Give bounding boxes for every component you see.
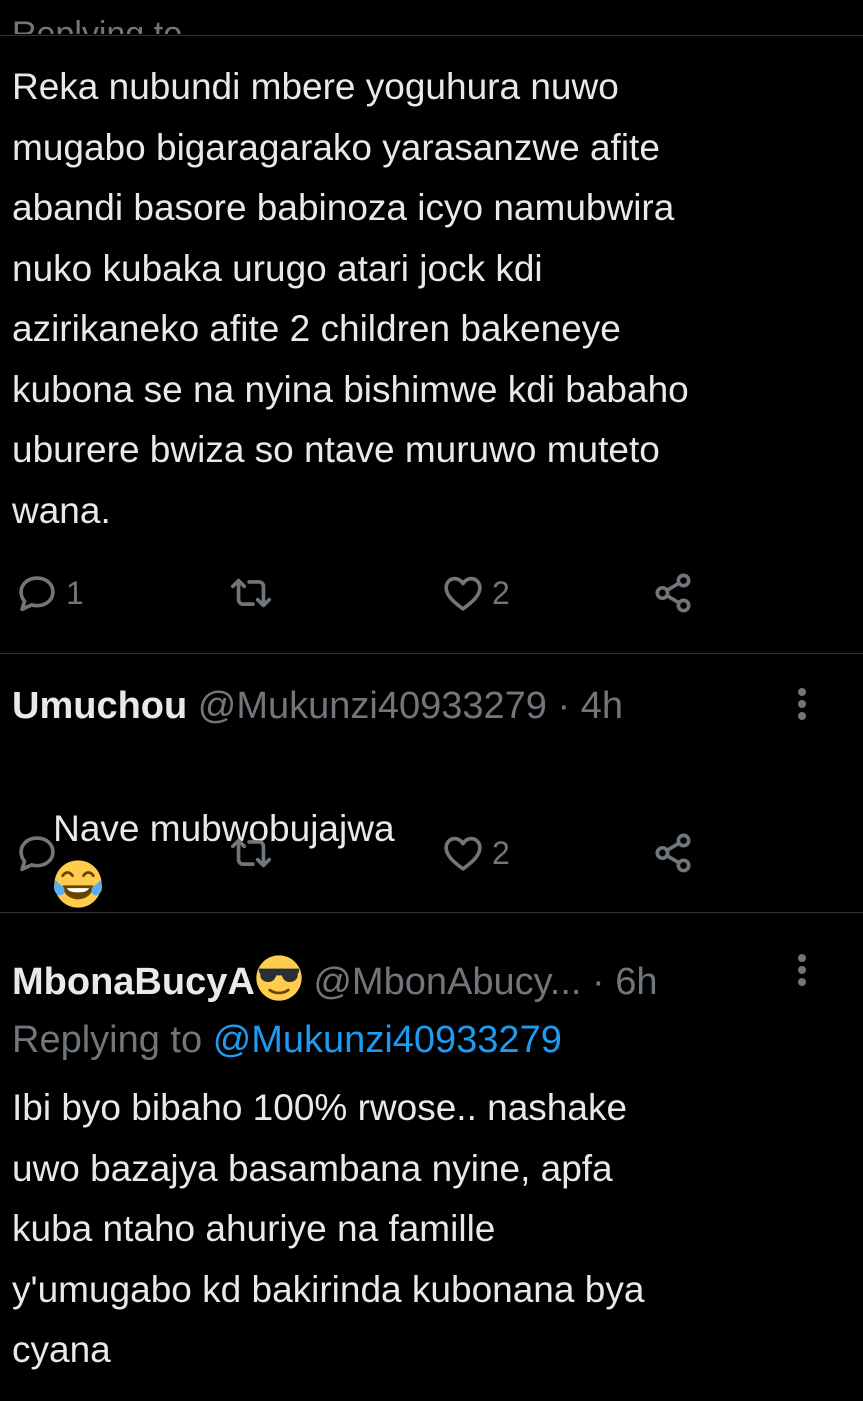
tweet-3-line-1: Ibi byo bibaho 100% rwose.. nashake xyxy=(12,1087,628,1128)
reply-icon xyxy=(19,836,55,872)
tweet-3-line-4: y'umugabo kd bakirinda kubonana bya xyxy=(12,1268,645,1310)
tweet-1-line-3: abandi basore babinoza icyo namubwira xyxy=(12,187,675,228)
replying-to-label: Replying to xyxy=(12,1019,203,1061)
more-options-icon[interactable] xyxy=(792,950,812,994)
display-name[interactable]: MbonaBucyA xyxy=(12,961,255,1003)
share-icon xyxy=(655,833,691,873)
like-button[interactable]: 2 xyxy=(440,828,510,878)
display-name[interactable]: Umuchou xyxy=(12,685,187,727)
tweet-3-line-2: uwo bazajya basambana nyine, apfa xyxy=(12,1147,613,1189)
tweet-1-line-6: kubona se na nyina bishimwe kdi babaho xyxy=(12,368,689,410)
tweet-2-actions: 2 xyxy=(0,828,863,878)
tweet-3-text: Ibi byo bibaho 100% rwose.. nashake uwo b… xyxy=(12,1078,852,1381)
heart-icon xyxy=(444,576,482,611)
replying-to-handle-link[interactable]: @Mukunzi40933279 xyxy=(213,1019,562,1061)
tweet-1-line-1: Reka nubundi mbere yoguhura nuwo xyxy=(12,66,619,107)
tweet-1-text: Reka nubundi mbere yoguhura nuwo mugabo b… xyxy=(12,57,852,541)
handle[interactable]: @Mukunzi40933279 xyxy=(198,685,547,727)
share-button[interactable] xyxy=(650,828,696,878)
tweet-1-line-7: uburere bwiza so ntave muruwo muteto xyxy=(12,429,660,470)
reply-button[interactable] xyxy=(14,828,66,878)
retweet-icon xyxy=(230,578,272,608)
tweet-1-line-5: azirikaneko afite 2 children bakeneye xyxy=(12,308,621,349)
top-divider xyxy=(0,35,863,36)
tweet-2-header: Umuchou @Mukunzi40933279 · 4h xyxy=(12,684,623,728)
timestamp[interactable]: · 4h xyxy=(558,685,623,727)
replying-to: Replying to @Mukunzi40933279 xyxy=(12,1018,562,1062)
timestamp[interactable]: · 6h xyxy=(592,961,657,1003)
like-count: 2 xyxy=(492,834,510,871)
tweet-1-actions: 1 2 xyxy=(0,568,863,618)
retweet-button[interactable] xyxy=(228,828,280,878)
reply-button[interactable]: 1 xyxy=(14,568,84,618)
share-button[interactable] xyxy=(650,568,696,618)
handle[interactable]: @MbonAbucy... xyxy=(313,961,581,1003)
reply-icon xyxy=(19,576,55,612)
reply-count: 1 xyxy=(66,574,84,611)
tweet-1-line-2: mugabo bigaragarako yarasanzwe afite xyxy=(12,126,660,168)
heart-icon xyxy=(444,836,482,871)
like-count: 2 xyxy=(492,574,510,611)
divider xyxy=(0,653,863,654)
tweet-3-line-3: kuba ntaho ahuriye na famille xyxy=(12,1208,496,1249)
retweet-icon xyxy=(230,838,272,868)
tweet-1-line-8: wana. xyxy=(12,489,111,531)
clipped-replying-label: Replying to xyxy=(12,15,183,34)
tweet-1-line-4: nuko kubaka urugo atari jock kdi xyxy=(12,247,543,289)
sunglasses-emoji xyxy=(256,955,302,1001)
divider xyxy=(0,912,863,913)
share-icon xyxy=(655,573,691,613)
more-options-icon[interactable] xyxy=(792,684,812,728)
retweet-button[interactable] xyxy=(228,568,280,618)
tweet-3-line-5: cyana xyxy=(12,1329,111,1370)
like-button[interactable]: 2 xyxy=(440,568,510,618)
tweet-3-header: MbonaBucyA @MbonAbucy... · 6h xyxy=(12,954,658,1004)
